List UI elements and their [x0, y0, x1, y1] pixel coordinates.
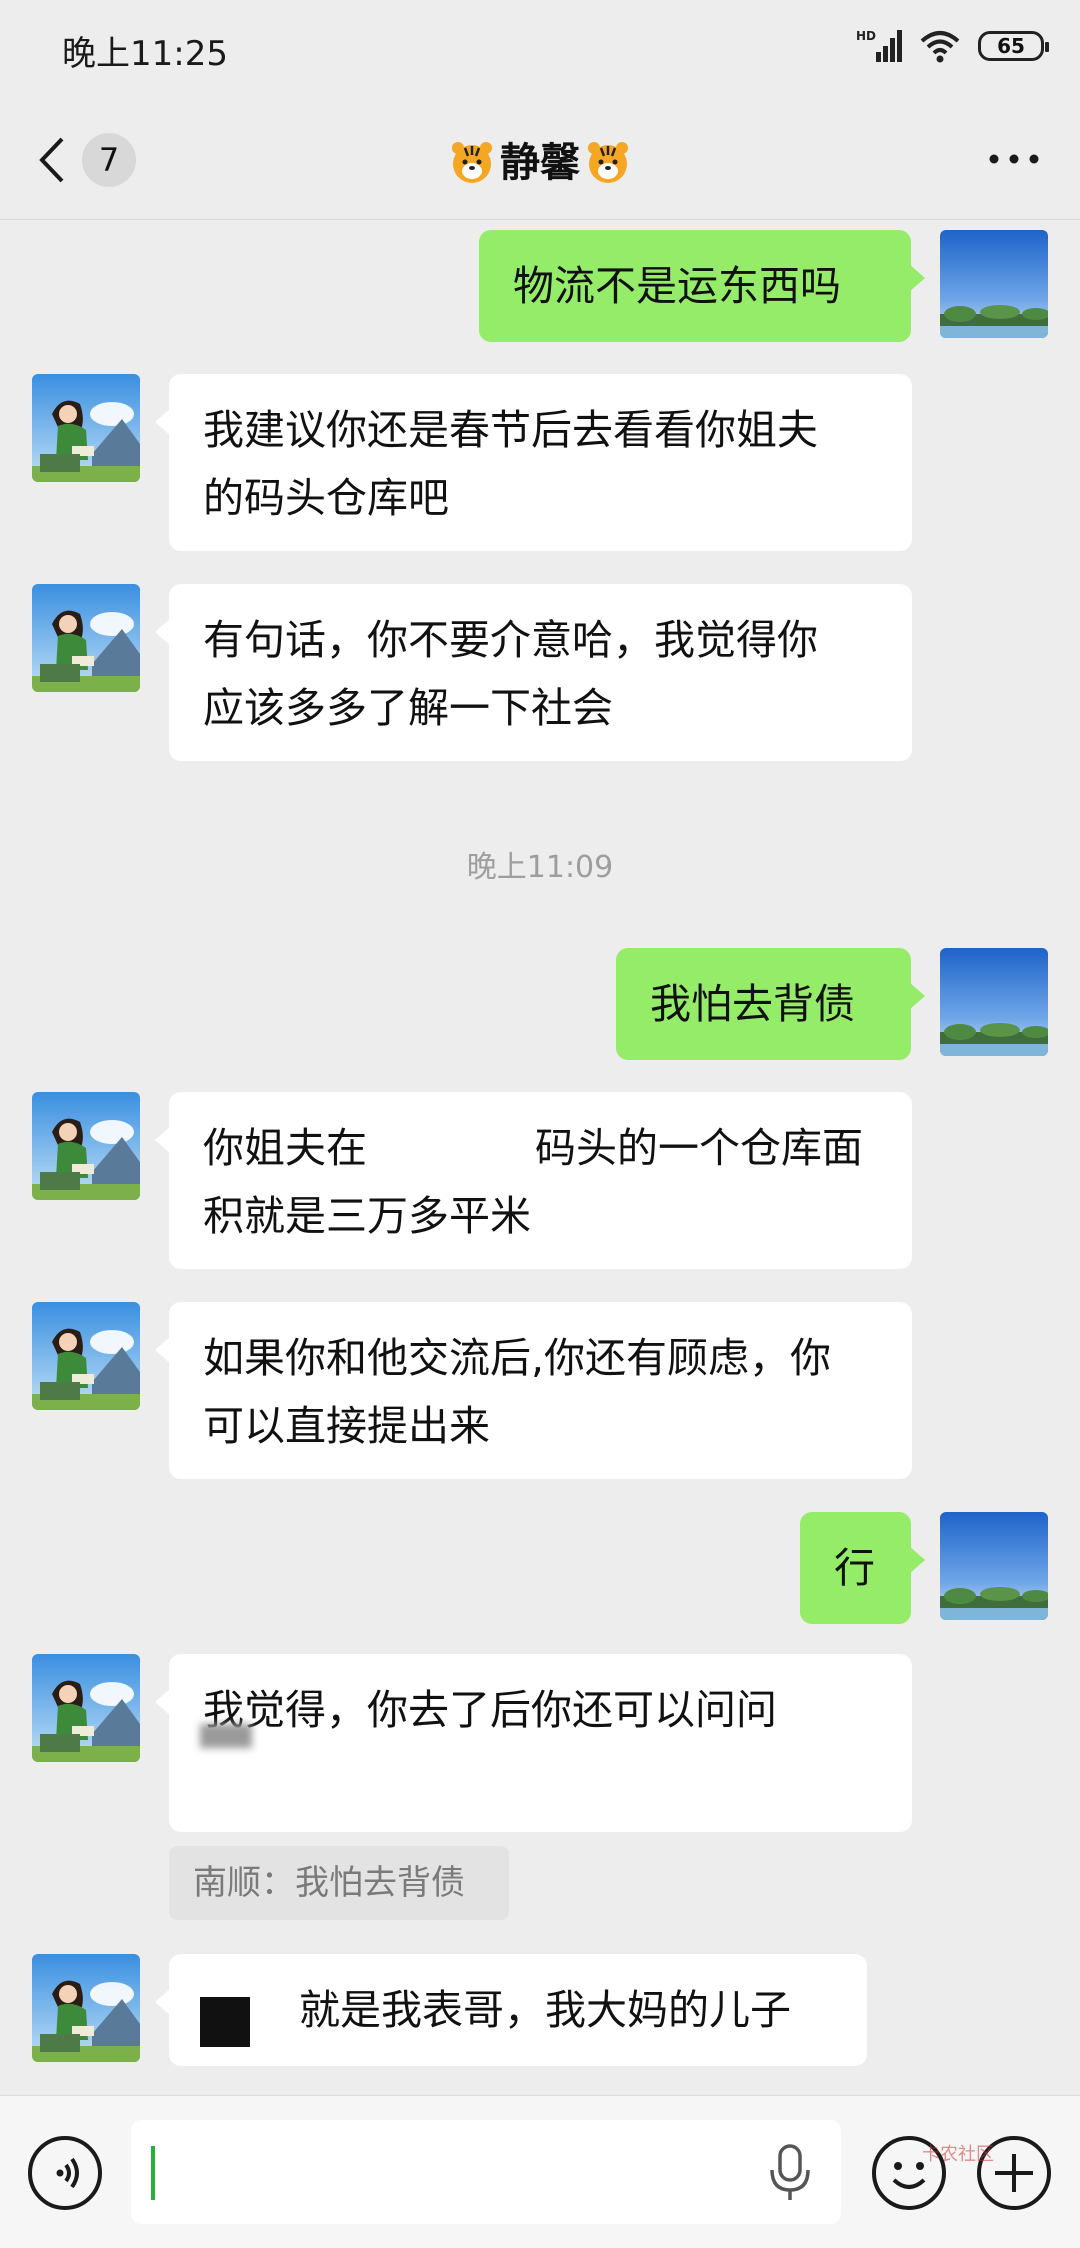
message-line: 的码头仓库吧: [203, 474, 449, 522]
watermark: 卡农社区: [922, 2144, 994, 2165]
message-text: 物流不是运东西吗: [513, 262, 841, 310]
contact-avatar[interactable]: [32, 1092, 140, 1200]
status-bar: 晚上11:25 HD 65: [0, 0, 1080, 100]
message-text-part: 你姐夫在: [203, 1124, 367, 1172]
self-message-bubble[interactable]: 物流不是运东西吗: [479, 230, 925, 342]
self-avatar[interactable]: [940, 1512, 1048, 1620]
wifi-icon: [920, 31, 960, 63]
self-message-bubble[interactable]: 我怕去背债: [616, 948, 925, 1060]
status-icons: HD 65: [856, 26, 1049, 66]
contact-avatar[interactable]: [32, 374, 140, 482]
message-text: 我怕去背债: [650, 980, 855, 1028]
message-line: 应该多多了解一下社会: [203, 684, 613, 732]
chat-header: 7 静馨: [0, 100, 1080, 220]
mic-icon[interactable]: [765, 2142, 815, 2204]
message-text: 我觉得，你去了后你还可以问问: [203, 1686, 777, 1734]
tiger-emoji-icon: [452, 142, 492, 183]
voice-icon: [56, 2157, 79, 2189]
redacted-area: [200, 1724, 252, 1748]
self-avatar[interactable]: [940, 948, 1048, 1056]
contact-message-bubble[interactable]: 你姐夫在 码头的一个仓库面 积就是三万多平米: [155, 1092, 912, 1269]
status-time: 晚上11:25: [62, 34, 228, 74]
message-line: 如果你和他交流后,你还有顾虑，你: [203, 1334, 832, 1382]
voice-input-button[interactable]: [28, 2136, 102, 2210]
message-text: 就是我表哥，我大妈的儿子: [299, 1986, 791, 2034]
contact-message-bubble[interactable]: 我建议你还是春节后去看看你姐夫 的码头仓库吧: [155, 374, 912, 551]
message-text: 行: [834, 1544, 875, 1592]
quoted-message[interactable]: 南顺：我怕去背债: [169, 1846, 509, 1920]
signal-icon: HD: [856, 29, 902, 62]
contact-message-bubble[interactable]: 就是我表哥，我大妈的儿子: [155, 1954, 867, 2066]
message-text-part: 码头的一个仓库面: [535, 1124, 863, 1172]
contact-avatar[interactable]: [32, 584, 140, 692]
message-input[interactable]: [131, 2120, 841, 2224]
message-line: 可以直接提出来: [203, 1402, 490, 1450]
input-bar: [0, 2095, 1080, 2248]
message-line: 积就是三万多平米: [203, 1192, 531, 1240]
message-line: 有句话，你不要介意哈，我觉得你: [203, 616, 818, 664]
network-label: HD: [856, 29, 876, 43]
message-line: 我建议你还是春节后去看看你姐夫: [203, 406, 818, 454]
contact-message-bubble[interactable]: 如果你和他交流后,你还有顾虑，你 可以直接提出来: [155, 1302, 912, 1479]
chat-title[interactable]: 静馨: [0, 130, 1080, 188]
more-icon[interactable]: [984, 134, 1044, 184]
chat-title-text: 静馨: [500, 140, 580, 186]
tiger-emoji-icon: [588, 142, 628, 183]
contact-avatar[interactable]: [32, 1302, 140, 1410]
redacted-block: [200, 1997, 250, 2047]
chat-timestamp: 晚上11:09: [466, 850, 614, 885]
self-avatar[interactable]: [940, 230, 1048, 338]
contact-message-bubble[interactable]: 有句话，你不要介意哈，我觉得你 应该多多了解一下社会: [155, 584, 912, 761]
contact-avatar[interactable]: [32, 1654, 140, 1762]
text-cursor: [151, 2146, 155, 2200]
battery-icon: 65: [978, 31, 1049, 61]
self-message-bubble[interactable]: 行: [800, 1512, 925, 1624]
contact-message-bubble[interactable]: 我觉得，你去了后你还可以问问: [155, 1654, 912, 1832]
contact-avatar[interactable]: [32, 1954, 140, 2062]
